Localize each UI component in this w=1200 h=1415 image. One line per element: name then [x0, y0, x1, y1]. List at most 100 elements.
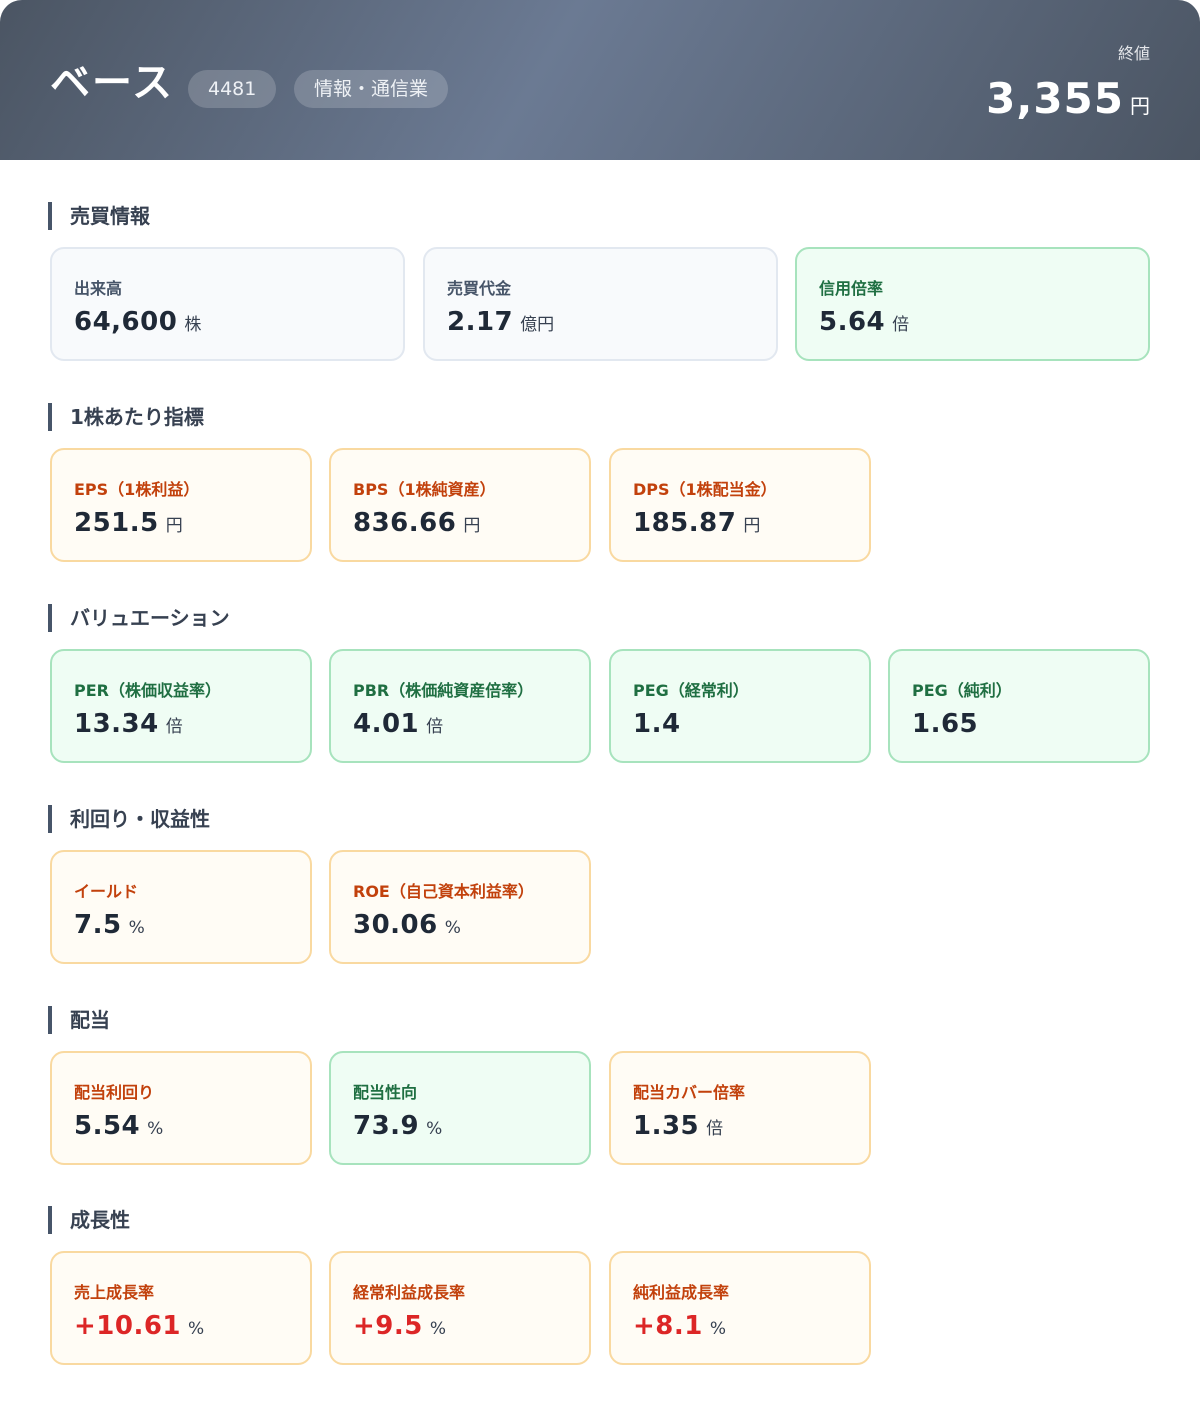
metric-unit: %	[429, 1319, 446, 1339]
metric-unit: 倍	[165, 717, 183, 737]
metric-unit: %	[188, 1319, 205, 1339]
section-title-dividend: 配当	[48, 1006, 110, 1034]
metric-card-volume: 出来高 64,600 株	[50, 247, 405, 361]
metric-value: +9.5 %	[353, 1311, 446, 1341]
metric-label: ROE（自己資本利益率）	[353, 882, 534, 901]
metric-card-ordinary-growth: 経常利益成長率 +9.5 %	[329, 1251, 591, 1365]
metric-label: EPS（1株利益）	[74, 480, 200, 499]
close-price-label: 終値	[1117, 44, 1150, 63]
sector-badge: 情報・通信業	[294, 70, 449, 108]
metric-label: 信用倍率	[819, 279, 884, 298]
metric-card-earnings-yield: イールド 7.5 %	[50, 850, 312, 964]
metric-number: 4.01	[353, 709, 420, 739]
metric-card-peg-net: PEG（純利） 1.65	[888, 649, 1150, 763]
metric-number: 30.06	[353, 910, 438, 940]
metric-value: 185.87 円	[633, 508, 760, 538]
stock-header: ベース 4481 情報・通信業 終値 3,355 円	[0, 0, 1200, 160]
metric-label: 配当性向	[353, 1083, 418, 1102]
metric-label: 経常利益成長率	[353, 1283, 466, 1302]
company-name: ベース	[50, 60, 174, 106]
metric-label: 売上成長率	[74, 1283, 155, 1302]
metric-card-eps: EPS（1株利益） 251.5 円	[50, 448, 312, 562]
metric-number: 1.4	[633, 709, 681, 739]
metric-unit: 倍	[892, 315, 910, 335]
metric-value: +10.61 %	[74, 1311, 204, 1341]
metric-card-pbr: PBR（株価純資産倍率） 4.01 倍	[329, 649, 591, 763]
metric-card-payout-ratio: 配当性向 73.9 %	[329, 1051, 591, 1165]
metric-number: +10.61	[74, 1311, 182, 1341]
metric-number: 1.65	[912, 709, 979, 739]
metric-label: イールド	[74, 882, 139, 901]
metric-value: 836.66 円	[353, 508, 480, 538]
metric-number: 73.9	[353, 1111, 420, 1141]
metric-unit: %	[147, 1119, 164, 1139]
metric-value: 13.34 倍	[74, 709, 183, 739]
metric-unit: %	[128, 918, 145, 938]
metric-number: 5.54	[74, 1111, 141, 1141]
metric-card-net-growth: 純利益成長率 +8.1 %	[609, 1251, 871, 1365]
metric-card-dividend-yield: 配当利回り 5.54 %	[50, 1051, 312, 1165]
metric-unit: 倍	[706, 1119, 724, 1139]
metric-label: PBR（株価純資産倍率）	[353, 681, 534, 700]
metric-unit: %	[426, 1119, 443, 1139]
metric-number: 836.66	[353, 508, 457, 538]
metric-value: 1.35 倍	[633, 1111, 723, 1141]
metric-number: 251.5	[74, 508, 159, 538]
section-title-yield: 利回り・収益性	[48, 805, 210, 833]
metric-unit: 円	[743, 516, 761, 536]
metric-value: 64,600 株	[74, 307, 201, 337]
metric-number: 5.64	[819, 307, 886, 337]
close-price-value: 3,355	[986, 74, 1124, 123]
metric-number: 1.35	[633, 1111, 700, 1141]
metric-card-margin-ratio: 信用倍率 5.64 倍	[795, 247, 1150, 361]
metric-card-dps: DPS（1株配当金） 185.87 円	[609, 448, 871, 562]
section-title-trading: 売買情報	[48, 202, 150, 230]
metric-label: 出来高	[74, 279, 123, 298]
metric-unit: 円	[165, 516, 183, 536]
metric-label: 配当カバー倍率	[633, 1083, 746, 1102]
metric-value: 7.5 %	[74, 910, 145, 940]
section-title-valuation: バリュエーション	[48, 604, 230, 632]
metric-number: 2.17	[447, 307, 514, 337]
metric-value: 1.4	[633, 709, 681, 739]
metric-unit: 倍	[426, 717, 444, 737]
metric-card-bps: BPS（1株純資産） 836.66 円	[329, 448, 591, 562]
metric-card-peg-ordinary: PEG（経常利） 1.4	[609, 649, 871, 763]
stock-code-badge: 4481	[188, 70, 277, 108]
metric-card-per: PER（株価収益率） 13.34 倍	[50, 649, 312, 763]
metric-unit: 円	[463, 516, 481, 536]
metric-number: +8.1	[633, 1311, 703, 1341]
metric-label: 純利益成長率	[633, 1283, 730, 1302]
metric-value: 73.9 %	[353, 1111, 442, 1141]
metric-unit: %	[709, 1319, 726, 1339]
metric-value: +8.1 %	[633, 1311, 726, 1341]
metric-label: 配当利回り	[74, 1083, 155, 1102]
metric-unit: 億円	[520, 315, 555, 335]
metric-unit: %	[444, 918, 461, 938]
metric-value: 30.06 %	[353, 910, 461, 940]
metric-label: PEG（経常利）	[633, 681, 749, 700]
metric-number: 7.5	[74, 910, 122, 940]
metric-value: 5.64 倍	[819, 307, 909, 337]
section-title-per-share: 1株あたり指標	[48, 403, 204, 431]
metric-number: 13.34	[74, 709, 159, 739]
close-price: 3,355 円	[986, 74, 1150, 123]
metric-value: 4.01 倍	[353, 709, 443, 739]
close-price-unit: 円	[1130, 94, 1150, 118]
metric-label: PER（株価収益率）	[74, 681, 221, 700]
metric-number: +9.5	[353, 1311, 423, 1341]
metric-value: 2.17 億円	[447, 307, 554, 337]
metric-number: 185.87	[633, 508, 737, 538]
metric-card-dividend-cover: 配当カバー倍率 1.35 倍	[609, 1051, 871, 1165]
section-title-growth: 成長性	[48, 1206, 130, 1234]
metric-card-turnover: 売買代金 2.17 億円	[423, 247, 778, 361]
metric-card-sales-growth: 売上成長率 +10.61 %	[50, 1251, 312, 1365]
metric-label: 売買代金	[447, 279, 512, 298]
metric-value: 5.54 %	[74, 1111, 163, 1141]
metric-value: 1.65	[912, 709, 978, 739]
metric-label: PEG（純利）	[912, 681, 1012, 700]
metric-value: 251.5 円	[74, 508, 183, 538]
metric-card-roe: ROE（自己資本利益率） 30.06 %	[329, 850, 591, 964]
metric-number: 64,600	[74, 307, 178, 337]
metric-unit: 株	[184, 315, 202, 335]
